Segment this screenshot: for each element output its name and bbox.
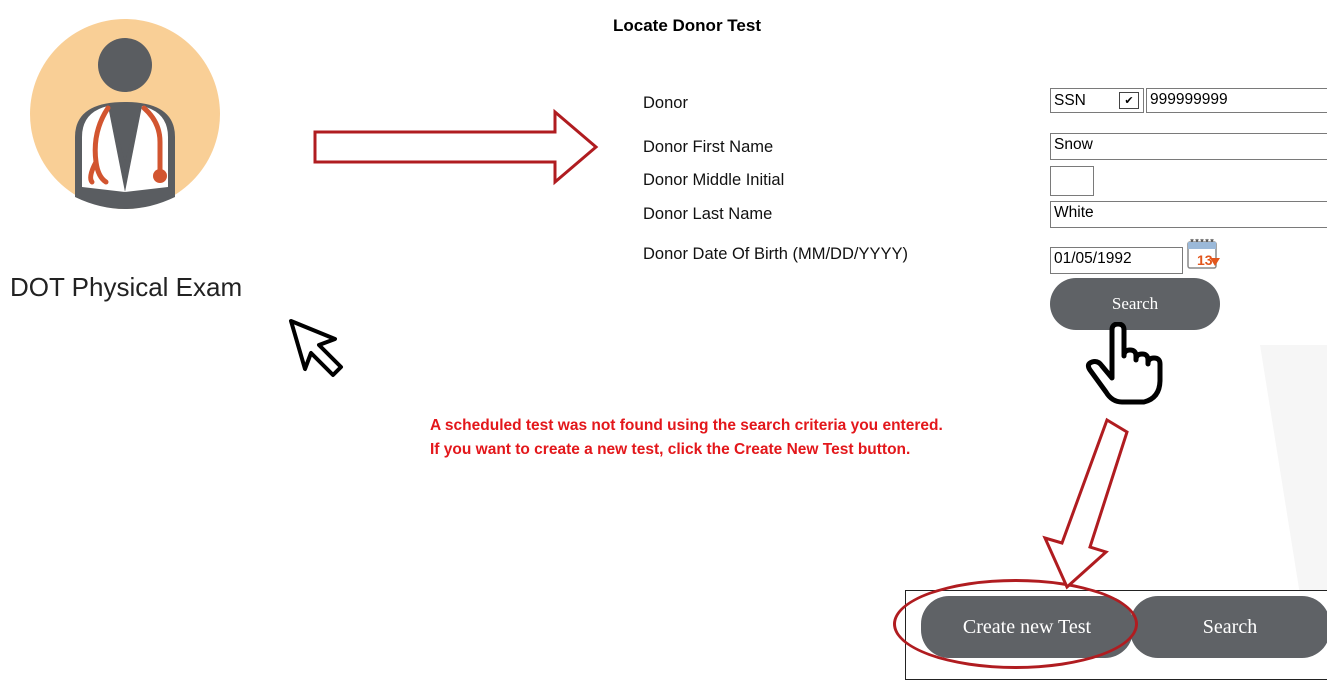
right-arrow-annotation bbox=[313, 108, 599, 186]
error-message-line-1: A scheduled test was not found using the… bbox=[430, 417, 943, 434]
donor-id-type-select[interactable]: SSN ✔︎ bbox=[1050, 88, 1144, 113]
calendar-icon[interactable]: 13 bbox=[1184, 236, 1222, 272]
background-watermark bbox=[1260, 345, 1327, 595]
donor-id-type-value: SSN bbox=[1054, 91, 1086, 109]
last-name-label: Donor Last Name bbox=[643, 205, 773, 223]
first-name-label: Donor First Name bbox=[643, 138, 774, 156]
first-name-input[interactable]: Snow bbox=[1050, 133, 1327, 160]
no-test-found-message: A scheduled test was not found using the… bbox=[430, 414, 943, 462]
arrow-cursor-icon bbox=[289, 319, 343, 377]
down-arrow-annotation bbox=[1042, 417, 1129, 590]
dob-input[interactable]: 01/05/1992 bbox=[1050, 247, 1183, 274]
donor-id-input[interactable]: 999999999 bbox=[1146, 88, 1327, 113]
calendar-day-text: 13 bbox=[1197, 252, 1213, 268]
middle-initial-input[interactable] bbox=[1050, 166, 1094, 196]
chevron-down-icon[interactable]: ✔︎ bbox=[1119, 92, 1139, 109]
doctor-avatar-icon bbox=[30, 19, 220, 209]
middle-initial-label: Donor Middle Initial bbox=[643, 171, 785, 189]
hand-pointer-icon bbox=[1085, 322, 1163, 405]
donor-label: Donor bbox=[643, 94, 688, 112]
create-button-highlight-ellipse bbox=[893, 579, 1138, 669]
dob-label: Donor Date Of Birth (MM/DD/YYYY) bbox=[643, 245, 908, 263]
dot-physical-exam-label[interactable]: DOT Physical Exam bbox=[10, 272, 242, 303]
search-button-secondary[interactable]: Search bbox=[1130, 596, 1327, 658]
page-title: Locate Donor Test bbox=[613, 16, 761, 35]
last-name-input[interactable]: White bbox=[1050, 201, 1327, 228]
error-message-line-2: If you want to create a new test, click … bbox=[430, 441, 911, 458]
